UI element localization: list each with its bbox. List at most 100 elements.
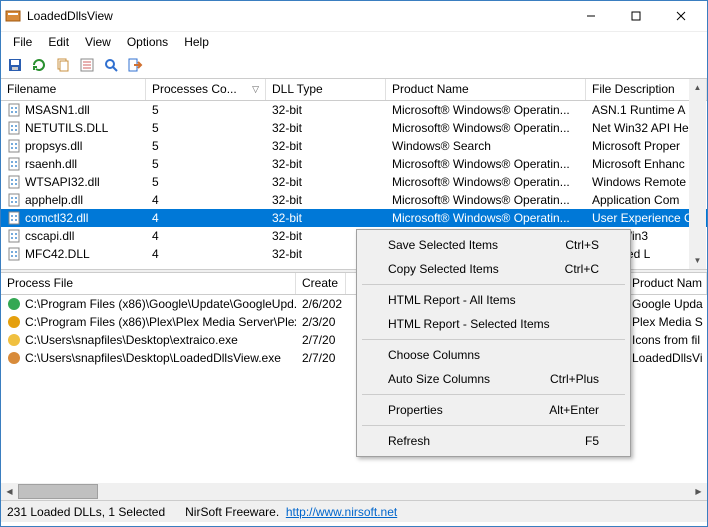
dll-list-header: Filename Processes Co...▽ DLL Type Produ… xyxy=(1,79,707,101)
ctx-html-sel[interactable]: HTML Report - Selected Items xyxy=(360,312,627,336)
cell-filename: rsaenh.dll xyxy=(25,157,77,171)
exit-icon[interactable] xyxy=(125,55,145,75)
cell-filename: comctl32.dll xyxy=(25,211,88,225)
statusbar: 231 Loaded DLLs, 1 Selected NirSoft Free… xyxy=(1,500,707,522)
cell-process-file: C:\Users\snapfiles\Desktop\LoadedDllsVie… xyxy=(25,351,281,365)
cell-product2: Plex Media S xyxy=(626,314,707,330)
menu-help[interactable]: Help xyxy=(176,33,217,51)
cell-dlltype: 32-bit xyxy=(266,174,386,190)
col-product[interactable]: Product Name xyxy=(386,79,586,100)
cell-processes: 4 xyxy=(146,210,266,226)
scroll-thumb[interactable] xyxy=(18,484,98,499)
sort-desc-icon: ▽ xyxy=(252,84,259,95)
status-link[interactable]: http://www.nirsoft.net xyxy=(286,505,397,519)
dll-file-icon xyxy=(7,103,21,117)
cell-processes: 5 xyxy=(146,120,266,136)
process-icon xyxy=(7,297,21,311)
col-processes[interactable]: Processes Co...▽ xyxy=(146,79,266,100)
status-count: 231 Loaded DLLs, 1 Selected xyxy=(7,505,165,519)
cell-dlltype: 32-bit xyxy=(266,120,386,136)
process-icon xyxy=(7,315,21,329)
cell-processes: 5 xyxy=(146,156,266,172)
ctx-save[interactable]: Save Selected ItemsCtrl+S xyxy=(360,233,627,257)
cell-created: 2/6/202 xyxy=(296,296,346,312)
dll-row[interactable]: NETUTILS.DLL532-bitMicrosoft® Windows® O… xyxy=(1,119,707,137)
maximize-button[interactable] xyxy=(613,2,658,30)
ctx-auto-size[interactable]: Auto Size ColumnsCtrl+Plus xyxy=(360,367,627,391)
dll-row[interactable]: rsaenh.dll532-bitMicrosoft® Windows® Ope… xyxy=(1,155,707,173)
cell-dlltype: 32-bit xyxy=(266,138,386,154)
find-icon[interactable] xyxy=(101,55,121,75)
col-created[interactable]: Create xyxy=(296,273,346,294)
window-title: LoadedDllsView xyxy=(27,9,568,23)
cell-processes: 5 xyxy=(146,102,266,118)
cell-product: Windows® Search xyxy=(386,138,586,154)
dll-row[interactable]: propsys.dll532-bitWindows® SearchMicroso… xyxy=(1,137,707,155)
dll-row[interactable]: MSASN1.dll532-bitMicrosoft® Windows® Ope… xyxy=(1,101,707,119)
cell-product2: Google Upda xyxy=(626,296,707,312)
close-button[interactable] xyxy=(658,2,703,30)
context-menu: Save Selected ItemsCtrl+S Copy Selected … xyxy=(356,229,631,457)
ctx-choose-columns[interactable]: Choose Columns xyxy=(360,343,627,367)
menubar: File Edit View Options Help xyxy=(1,31,707,51)
menu-options[interactable]: Options xyxy=(119,33,176,51)
cell-created: 2/7/20 xyxy=(296,350,346,366)
cell-product: Microsoft® Windows® Operatin... xyxy=(386,102,586,118)
col-filename[interactable]: Filename xyxy=(1,79,146,100)
cell-process-file: C:\Program Files (x86)\Google\Update\Goo… xyxy=(25,297,296,311)
minimize-button[interactable] xyxy=(568,2,613,30)
dll-row[interactable]: WTSAPI32.dll 532-bitMicrosoft® Windows® O… xyxy=(1,173,707,191)
cell-product2: Icons from fil xyxy=(626,332,707,348)
cell-dlltype: 32-bit xyxy=(266,102,386,118)
cell-product: Microsoft® Windows® Operatin... xyxy=(386,192,586,208)
menu-view[interactable]: View xyxy=(77,33,119,51)
ctx-refresh[interactable]: RefreshF5 xyxy=(360,429,627,453)
col-dlltype[interactable]: DLL Type xyxy=(266,79,386,100)
status-brand: NirSoft Freeware. http://www.nirsoft.net xyxy=(185,505,397,519)
dll-file-icon xyxy=(7,121,21,135)
process-icon xyxy=(7,333,21,347)
scroll-right-icon[interactable]: ▶ xyxy=(690,483,707,500)
cell-processes: 5 xyxy=(146,174,266,190)
cell-filename: WTSAPI32.dll xyxy=(25,175,100,189)
scroll-up-icon[interactable]: ▲ xyxy=(689,79,706,96)
cell-filename: propsys.dll xyxy=(25,139,82,153)
cell-filename: apphelp.dll xyxy=(25,193,83,207)
scrollbar-vertical[interactable]: ▲ ▼ xyxy=(689,79,706,269)
cell-product2: LoadedDllsVi xyxy=(626,350,707,366)
dll-row[interactable]: apphelp.dll 432-bitMicrosoft® Windows® Op… xyxy=(1,191,707,209)
cell-created: 2/3/20 xyxy=(296,314,346,330)
menu-edit[interactable]: Edit xyxy=(40,33,77,51)
save-icon[interactable] xyxy=(5,55,25,75)
cell-processes: 4 xyxy=(146,246,266,262)
properties-icon[interactable] xyxy=(77,55,97,75)
cell-dlltype: 32-bit xyxy=(266,192,386,208)
dll-file-icon xyxy=(7,175,21,189)
menu-file[interactable]: File xyxy=(5,33,40,51)
cell-product: Microsoft® Windows® Operatin... xyxy=(386,120,586,136)
col-product2[interactable]: Product Nam xyxy=(626,273,707,294)
dll-file-icon xyxy=(7,247,21,261)
dll-file-icon xyxy=(7,211,21,225)
refresh-icon[interactable] xyxy=(29,55,49,75)
col-process-file[interactable]: Process File xyxy=(1,273,296,294)
dll-file-icon xyxy=(7,139,21,153)
cell-created: 2/7/20 xyxy=(296,332,346,348)
cell-process-file: C:\Users\snapfiles\Desktop\extraico.exe xyxy=(25,333,238,347)
scrollbar-horizontal[interactable]: ◀ ▶ xyxy=(1,483,707,500)
ctx-html-all[interactable]: HTML Report - All Items xyxy=(360,288,627,312)
dll-row[interactable]: comctl32.dll432-bitMicrosoft® Windows® O… xyxy=(1,209,707,227)
ctx-sep xyxy=(362,339,625,340)
cell-processes: 4 xyxy=(146,192,266,208)
cell-product: Microsoft® Windows® Operatin... xyxy=(386,210,586,226)
cell-product: Microsoft® Windows® Operatin... xyxy=(386,174,586,190)
window-controls xyxy=(568,2,703,30)
ctx-copy[interactable]: Copy Selected ItemsCtrl+C xyxy=(360,257,627,281)
scroll-down-icon[interactable]: ▼ xyxy=(689,252,706,269)
scroll-left-icon[interactable]: ◀ xyxy=(1,483,18,500)
copy-icon[interactable] xyxy=(53,55,73,75)
cell-processes: 5 xyxy=(146,138,266,154)
dll-file-icon xyxy=(7,229,21,243)
cell-dlltype: 32-bit xyxy=(266,156,386,172)
ctx-properties[interactable]: PropertiesAlt+Enter xyxy=(360,398,627,422)
